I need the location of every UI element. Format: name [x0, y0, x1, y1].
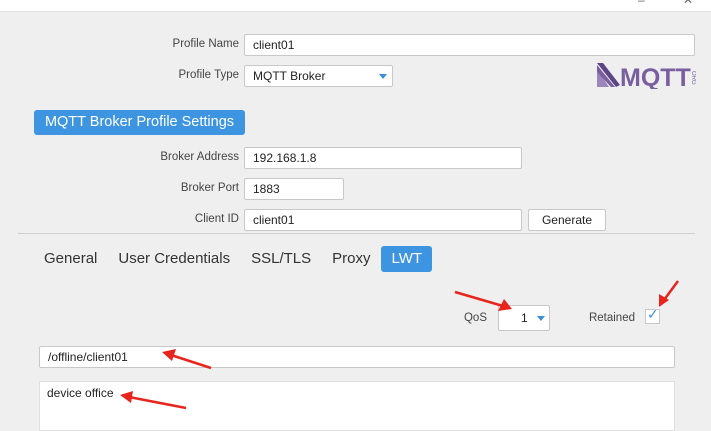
mqtt-logo: MQTT ORG — [597, 63, 696, 89]
tab-user-credentials[interactable]: User Credentials — [108, 246, 240, 272]
check-icon: ✓ — [647, 306, 659, 322]
retained-label: Retained — [588, 312, 635, 324]
qos-value: 1 — [521, 311, 528, 325]
profile-name-input[interactable]: client01 — [244, 34, 695, 56]
close-icon[interactable]: ✕ — [683, 0, 693, 7]
client-id-label: Client ID — [194, 213, 239, 225]
tab-lwt[interactable]: LWT — [381, 246, 433, 272]
profile-type-label: Profile Type — [178, 69, 239, 81]
lwt-message-textarea[interactable]: device office — [39, 381, 675, 431]
mqtt-logo-mark-icon — [597, 63, 620, 87]
chevron-down-icon — [537, 316, 545, 321]
settings-tabs: General User Credentials SSL/TLS Proxy L… — [34, 246, 433, 272]
arrow-annotation-icon — [659, 280, 680, 307]
tab-general[interactable]: General — [34, 246, 107, 272]
broker-address-label: Broker Address — [160, 151, 239, 163]
broker-address-input[interactable]: 192.168.1.8 — [244, 147, 522, 169]
mqtt-logo-subtext: ORG — [690, 71, 696, 85]
profile-type-value: MQTT Broker — [253, 69, 326, 83]
tab-ssl-tls[interactable]: SSL/TLS — [241, 246, 321, 272]
minimize-icon[interactable]: – — [638, 0, 645, 7]
retained-checkbox[interactable]: ✓ — [645, 306, 660, 324]
mqtt-logo-text: MQTT — [620, 64, 691, 89]
profile-type-select[interactable]: MQTT Broker — [244, 65, 393, 87]
broker-port-label: Broker Port — [180, 182, 239, 194]
generate-button[interactable]: Generate — [528, 209, 606, 231]
lwt-topic-input[interactable]: /offline/client01 — [39, 346, 675, 368]
tab-proxy[interactable]: Proxy — [322, 246, 380, 272]
window-titlebar: – ✕ — [0, 0, 711, 12]
qos-label: QoS — [463, 312, 487, 324]
section-divider — [18, 233, 695, 234]
broker-port-input[interactable]: 1883 — [244, 178, 344, 200]
profile-name-label: Profile Name — [172, 38, 239, 50]
chevron-down-icon — [379, 74, 387, 79]
qos-select[interactable]: 1 — [498, 305, 550, 331]
broker-settings-header: MQTT Broker Profile Settings — [34, 110, 245, 135]
client-id-input[interactable]: client01 — [244, 209, 522, 231]
